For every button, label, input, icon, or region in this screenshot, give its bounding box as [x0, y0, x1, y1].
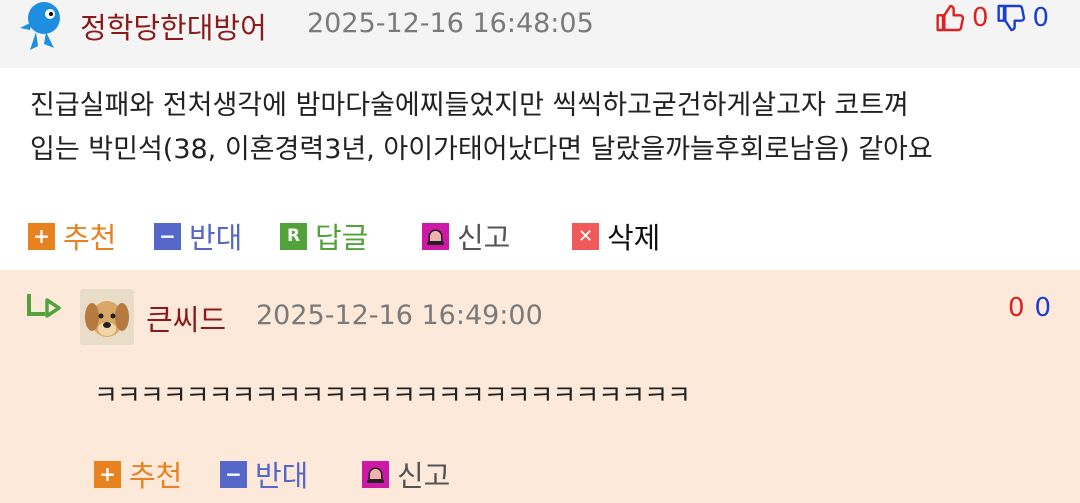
siren-icon: [362, 460, 389, 488]
siren-icon: [422, 222, 449, 250]
minus-icon: −: [154, 222, 181, 250]
recommend-label: 추천: [63, 221, 117, 255]
thumbs-up-icon[interactable]: [934, 2, 968, 34]
upvote-count: 0: [1008, 293, 1025, 323]
comment-text: ㅋㅋㅋㅋㅋㅋㅋㅋㅋㅋㅋㅋㅋㅋㅋㅋㅋㅋㅋㅋㅋㅋㅋㅋㅋㅋ: [94, 381, 691, 411]
blue-mascot-icon: [20, 2, 60, 50]
plus-icon: +: [94, 460, 121, 488]
recommend-label: 추천: [129, 459, 183, 493]
reply-r-icon: R: [280, 222, 307, 250]
avatar[interactable]: [14, 0, 70, 54]
puppy-avatar-icon: [80, 289, 134, 345]
oppose-button[interactable]: − 반대: [154, 215, 242, 257]
oppose-button[interactable]: − 반대: [220, 453, 308, 495]
minus-icon: −: [220, 460, 247, 488]
comment-text-line: 입는 박민석(38, 이혼경력3년, 아이가태어났다면 달랐을까늘후회로남음) …: [30, 134, 933, 165]
downvote-count: 0: [1032, 3, 1050, 33]
reply-arrow-icon: [25, 292, 63, 324]
recommend-button[interactable]: + 추천: [94, 453, 182, 495]
plus-icon: +: [28, 222, 55, 250]
avatar[interactable]: [80, 289, 134, 345]
thumbs-down-icon[interactable]: [995, 2, 1029, 34]
comment-text: 진급실패와 전처생각에 밤마다술에찌들었지만 씩씩하고굳건하게살고자 코트껴 입…: [30, 84, 933, 172]
comment-datetime: 2025-12-16 16:49:00: [256, 300, 543, 331]
report-button[interactable]: 신고: [362, 453, 450, 495]
oppose-label: 반대: [255, 459, 309, 493]
report-label: 신고: [457, 221, 511, 255]
comment-datetime: 2025-12-16 16:48:05: [307, 8, 594, 39]
downvote-count: 0: [1034, 293, 1052, 323]
delete-label: 삭제: [607, 221, 661, 255]
report-button[interactable]: 신고: [422, 215, 510, 257]
vote-counts: 0 0: [934, 2, 1049, 34]
vote-counts: 0 0: [1008, 293, 1051, 323]
reply-label: 답글: [315, 221, 369, 255]
comment-item: 정학당한대방어 2025-12-16 16:48:05 0 0 진급실패와 전처…: [0, 0, 1080, 270]
recommend-button[interactable]: + 추천: [28, 215, 116, 257]
comment-text-line: 진급실패와 전처생각에 밤마다술에찌들었지만 씩씩하고굳건하게살고자 코트껴: [30, 90, 909, 121]
x-icon: ✕: [572, 222, 599, 250]
upvote-count: 0: [972, 3, 989, 33]
oppose-label: 반대: [189, 221, 243, 255]
reply-button[interactable]: R 답글: [280, 215, 368, 257]
reply-comment-item: 큰씨드 2025-12-16 16:49:00 0 0 ㅋㅋㅋㅋㅋㅋㅋㅋㅋㅋㅋㅋ…: [0, 270, 1080, 503]
nickname[interactable]: 정학당한대방어: [80, 5, 267, 47]
delete-button[interactable]: ✕ 삭제: [572, 215, 660, 257]
nickname[interactable]: 큰씨드: [146, 297, 226, 339]
report-label: 신고: [397, 459, 451, 493]
